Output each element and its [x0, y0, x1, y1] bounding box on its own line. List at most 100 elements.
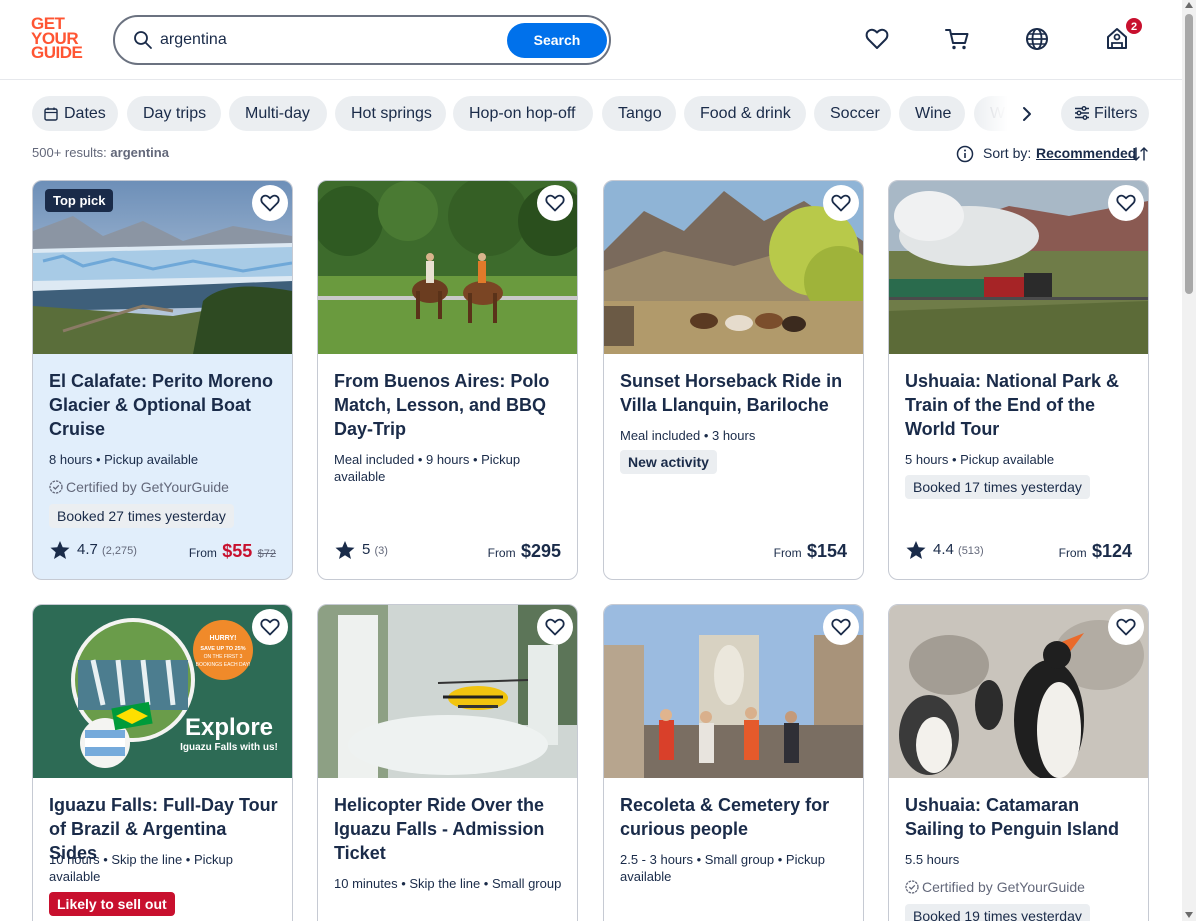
rating-value: 4.4 [933, 541, 954, 558]
price-amount: $55 [222, 541, 253, 561]
card-meta: 2.5 - 3 hours • Small group • Pickup ava… [620, 852, 825, 884]
card-title[interactable]: Ushuaia: Catamaran Sailing to Penguin Is… [905, 793, 1135, 841]
card-title[interactable]: Helicopter Ride Over the Iguazu Falls - … [334, 793, 564, 865]
star-icon [50, 541, 70, 559]
card-price: From $55 $72 [189, 541, 276, 562]
cart-icon[interactable] [944, 26, 970, 52]
card-title[interactable]: Recoleta & Cemetery for curious people [620, 793, 850, 841]
wishlist-button[interactable] [252, 609, 288, 645]
chip-tango[interactable]: Tango [602, 96, 676, 131]
price-amount: $295 [520, 541, 561, 561]
card-price: From $295 [488, 541, 561, 562]
heart-icon [260, 618, 280, 636]
wishlist-button[interactable] [537, 609, 573, 645]
likely-sell-out-tag: Likely to sell out [49, 892, 175, 916]
top-pick-badge: Top pick [45, 189, 114, 212]
price-from-label: From [773, 546, 802, 560]
search-input[interactable] [160, 26, 500, 54]
card-meta: 10 hours • Skip the line • Pickup availa… [49, 852, 233, 884]
new-activity-tag: New activity [620, 450, 717, 474]
chip-food-drink[interactable]: Food & drink [684, 96, 806, 131]
search-button[interactable]: Search [507, 23, 607, 58]
heart-icon [545, 194, 565, 212]
heart-icon [831, 194, 851, 212]
activity-card[interactable]: From Buenos Aires: Polo Match, Lesson, a… [317, 180, 578, 580]
wishlist-button[interactable] [537, 185, 573, 221]
certified-check-icon [905, 880, 919, 894]
svg-text:SAVE UP TO 25%: SAVE UP TO 25% [200, 646, 245, 652]
certified-label: Certified by GetYourGuide [905, 879, 1085, 895]
certified-label: Certified by GetYourGuide [49, 479, 229, 495]
chip-day-trips[interactable]: Day trips [127, 96, 221, 131]
heart-icon [1116, 194, 1136, 212]
price-amount: $124 [1091, 541, 1132, 561]
svg-text:ON THE FIRST 3: ON THE FIRST 3 [204, 654, 243, 660]
chip-wine[interactable]: Wine [899, 96, 965, 131]
card-meta: 10 minutes • Skip the line • Small group [334, 876, 562, 891]
info-icon[interactable] [956, 145, 974, 163]
chevron-right-icon[interactable] [1017, 104, 1037, 124]
wishlist-button[interactable] [823, 185, 859, 221]
review-count: (513) [958, 545, 984, 557]
activity-card[interactable]: Recoleta & Cemetery for curious people 2… [603, 604, 864, 921]
chip-label: Dates [64, 105, 106, 122]
results-count: 500+ results: argentina [32, 145, 169, 160]
sliders-icon [1075, 106, 1089, 120]
card-meta: 5 hours • Pickup available [905, 452, 1055, 467]
price-from-label: From [487, 546, 516, 560]
certified-check-icon [49, 480, 63, 494]
globe-icon[interactable] [1024, 26, 1050, 52]
card-meta: Meal included • 3 hours [620, 428, 756, 443]
wishlist-heart-icon[interactable] [864, 26, 890, 52]
activity-card[interactable]: Top pick El Calafate: Perito Moreno Glac… [32, 180, 293, 580]
card-meta: Meal included • 9 hours • Pickup availab… [334, 452, 521, 484]
card-title[interactable]: El Calafate: Perito Moreno Glacier & Opt… [49, 369, 279, 441]
booked-tag: Booked 27 times yesterday [49, 504, 234, 528]
scroll-up-arrow-icon[interactable] [1185, 2, 1193, 8]
sort-arrows-icon[interactable] [1131, 145, 1149, 163]
chip-multi-day[interactable]: Multi-day [229, 96, 327, 131]
card-title[interactable]: Sunset Horseback Ride in Villa Llanquin,… [620, 369, 850, 417]
chip-dates[interactable]: Dates [32, 96, 118, 131]
certified-text: Certified by GetYourGuide [66, 479, 229, 495]
search-icon [134, 31, 152, 49]
page-scrollbar[interactable] [1182, 0, 1196, 921]
scroll-down-arrow-icon[interactable] [1185, 912, 1193, 918]
getyourguide-logo[interactable]: GET YOUR GUIDE [31, 15, 89, 63]
results-count-text: 500+ results: [32, 145, 107, 160]
booked-tag: Booked 17 times yesterday [905, 475, 1090, 499]
activity-card[interactable]: Helicopter Ride Over the Iguazu Falls - … [317, 604, 578, 921]
sort-value[interactable]: Recommended [1036, 145, 1136, 161]
filters-label: Filters [1094, 105, 1138, 122]
filters-button[interactable]: Filters [1061, 96, 1149, 131]
svg-text:Iguazu Falls with us!: Iguazu Falls with us! [180, 742, 278, 753]
activity-card[interactable]: Ushuaia: National Park & Train of the En… [888, 180, 1149, 580]
top-header: GET YOUR GUIDE Search 2 [0, 0, 1182, 80]
results-query: argentina [110, 145, 169, 160]
svg-text:Explore: Explore [185, 714, 273, 741]
card-title[interactable]: From Buenos Aires: Polo Match, Lesson, a… [334, 369, 564, 441]
card-price: From $124 [1059, 541, 1132, 562]
price-from-label: From [1058, 546, 1087, 560]
review-count: (2,275) [102, 545, 137, 557]
star-icon [906, 541, 926, 559]
activity-card[interactable]: Ushuaia: Catamaran Sailing to Penguin Is… [888, 604, 1149, 921]
wishlist-button[interactable] [252, 185, 288, 221]
calendar-icon [44, 107, 58, 121]
chip-hop-on-hop-off[interactable]: Hop-on hop-off [453, 96, 593, 131]
price-from-label: From [188, 546, 217, 560]
heart-icon [545, 618, 565, 636]
chip-soccer[interactable]: Soccer [814, 96, 891, 131]
wishlist-button[interactable] [1108, 609, 1144, 645]
wishlist-button[interactable] [1108, 185, 1144, 221]
card-price: From $154 [774, 541, 847, 562]
booked-tag: Booked 19 times yesterday [905, 904, 1090, 921]
activity-card[interactable]: Sunset Horseback Ride in Villa Llanquin,… [603, 180, 864, 580]
card-title[interactable]: Ushuaia: National Park & Train of the En… [905, 369, 1135, 441]
svg-text:HURRY!: HURRY! [210, 635, 237, 642]
scrollbar-thumb[interactable] [1185, 14, 1193, 294]
activity-card[interactable]: HURRY! SAVE UP TO 25% ON THE FIRST 3 BOO… [32, 604, 293, 921]
wishlist-button[interactable] [823, 609, 859, 645]
review-count: (3) [374, 545, 388, 557]
chip-hot-springs[interactable]: Hot springs [335, 96, 446, 131]
